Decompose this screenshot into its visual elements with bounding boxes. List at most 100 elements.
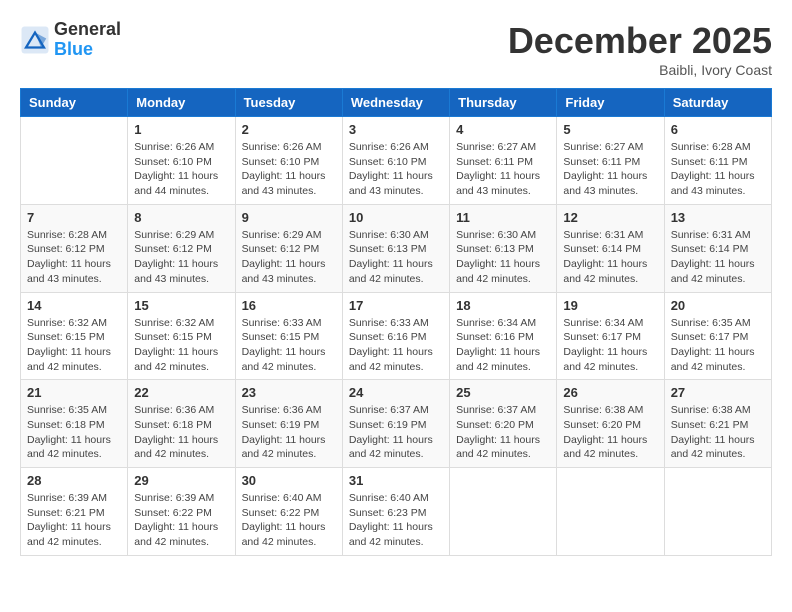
- calendar-week-row: 14 Sunrise: 6:32 AM Sunset: 6:15 PM Dayli…: [21, 292, 772, 380]
- day-number: 8: [134, 210, 228, 225]
- calendar-week-row: 7Sunrise: 6:28 AM Sunset: 6:12 PM Daylig…: [21, 204, 772, 292]
- day-number: 23: [242, 385, 336, 400]
- calendar-table: SundayMondayTuesdayWednesdayThursdayFrid…: [20, 88, 772, 556]
- day-info: Sunrise: 6:30 AM Sunset: 6:13 PM Dayligh…: [349, 228, 443, 287]
- calendar-header-row: SundayMondayTuesdayWednesdayThursdayFrid…: [21, 89, 772, 117]
- day-number: 26: [563, 385, 657, 400]
- day-info: Sunrise: 6:34 AM Sunset: 6:16 PM Dayligh…: [456, 316, 550, 375]
- day-number: 3: [349, 122, 443, 137]
- day-number: 20: [671, 298, 765, 313]
- day-info: Sunrise: 6:37 AM Sunset: 6:19 PM Dayligh…: [349, 403, 443, 462]
- calendar-cell: 20 Sunrise: 6:35 AM Sunset: 6:17 PM Dayli…: [664, 292, 771, 380]
- day-number: 24: [349, 385, 443, 400]
- day-info: Sunrise: 6:29 AM Sunset: 6:12 PM Dayligh…: [134, 228, 228, 287]
- day-info: Sunrise: 6:40 AM Sunset: 6:22 PM Dayligh…: [242, 491, 336, 550]
- day-number: 14: [27, 298, 121, 313]
- calendar-cell: 7Sunrise: 6:28 AM Sunset: 6:12 PM Daylig…: [21, 204, 128, 292]
- calendar-cell: 25 Sunrise: 6:37 AM Sunset: 6:20 PM Dayli…: [450, 380, 557, 468]
- calendar-cell: 23 Sunrise: 6:36 AM Sunset: 6:19 PM Dayli…: [235, 380, 342, 468]
- day-number: 16: [242, 298, 336, 313]
- calendar-cell: 22 Sunrise: 6:36 AM Sunset: 6:18 PM Dayli…: [128, 380, 235, 468]
- day-number: 25: [456, 385, 550, 400]
- calendar-cell: 28 Sunrise: 6:39 AM Sunset: 6:21 PM Dayli…: [21, 468, 128, 556]
- calendar-cell: 3 Sunrise: 6:26 AM Sunset: 6:10 PM Daylig…: [342, 117, 449, 205]
- day-info: Sunrise: 6:39 AM Sunset: 6:22 PM Dayligh…: [134, 491, 228, 550]
- day-info: Sunrise: 6:28 AM Sunset: 6:11 PM Dayligh…: [671, 140, 765, 199]
- calendar-cell: [21, 117, 128, 205]
- calendar-cell: 27Sunrise: 6:38 AM Sunset: 6:21 PM Dayli…: [664, 380, 771, 468]
- calendar-cell: 19 Sunrise: 6:34 AM Sunset: 6:17 PM Dayli…: [557, 292, 664, 380]
- day-number: 28: [27, 473, 121, 488]
- logo-general-text: General: [54, 20, 121, 40]
- day-number: 15: [134, 298, 228, 313]
- location-text: Baibli, Ivory Coast: [508, 62, 772, 78]
- logo: General Blue: [20, 20, 121, 60]
- day-number: 12: [563, 210, 657, 225]
- day-number: 19: [563, 298, 657, 313]
- day-info: Sunrise: 6:34 AM Sunset: 6:17 PM Dayligh…: [563, 316, 657, 375]
- calendar-cell: [450, 468, 557, 556]
- day-number: 31: [349, 473, 443, 488]
- calendar-cell: 16 Sunrise: 6:33 AM Sunset: 6:15 PM Dayli…: [235, 292, 342, 380]
- calendar-cell: 31 Sunrise: 6:40 AM Sunset: 6:23 PM Dayli…: [342, 468, 449, 556]
- day-info: Sunrise: 6:39 AM Sunset: 6:21 PM Dayligh…: [27, 491, 121, 550]
- day-info: Sunrise: 6:38 AM Sunset: 6:20 PM Dayligh…: [563, 403, 657, 462]
- calendar-cell: [664, 468, 771, 556]
- day-info: Sunrise: 6:27 AM Sunset: 6:11 PM Dayligh…: [456, 140, 550, 199]
- day-info: Sunrise: 6:32 AM Sunset: 6:15 PM Dayligh…: [27, 316, 121, 375]
- calendar-cell: 5Sunrise: 6:27 AM Sunset: 6:11 PM Daylig…: [557, 117, 664, 205]
- calendar-cell: 26 Sunrise: 6:38 AM Sunset: 6:20 PM Dayli…: [557, 380, 664, 468]
- day-info: Sunrise: 6:33 AM Sunset: 6:16 PM Dayligh…: [349, 316, 443, 375]
- day-info: Sunrise: 6:33 AM Sunset: 6:15 PM Dayligh…: [242, 316, 336, 375]
- logo-icon: [20, 25, 50, 55]
- calendar-cell: 30 Sunrise: 6:40 AM Sunset: 6:22 PM Dayli…: [235, 468, 342, 556]
- day-number: 7: [27, 210, 121, 225]
- day-number: 4: [456, 122, 550, 137]
- weekday-header: Sunday: [21, 89, 128, 117]
- day-info: Sunrise: 6:26 AM Sunset: 6:10 PM Dayligh…: [134, 140, 228, 199]
- calendar-cell: 1Sunrise: 6:26 AM Sunset: 6:10 PM Daylig…: [128, 117, 235, 205]
- month-title: December 2025: [508, 20, 772, 62]
- calendar-cell: [557, 468, 664, 556]
- day-number: 17: [349, 298, 443, 313]
- weekday-header: Tuesday: [235, 89, 342, 117]
- logo-blue-text: Blue: [54, 40, 121, 60]
- day-info: Sunrise: 6:37 AM Sunset: 6:20 PM Dayligh…: [456, 403, 550, 462]
- calendar-cell: 14 Sunrise: 6:32 AM Sunset: 6:15 PM Dayli…: [21, 292, 128, 380]
- day-number: 13: [671, 210, 765, 225]
- calendar-cell: 9Sunrise: 6:29 AM Sunset: 6:12 PM Daylig…: [235, 204, 342, 292]
- title-block: December 2025 Baibli, Ivory Coast: [508, 20, 772, 78]
- day-info: Sunrise: 6:36 AM Sunset: 6:18 PM Dayligh…: [134, 403, 228, 462]
- day-info: Sunrise: 6:40 AM Sunset: 6:23 PM Dayligh…: [349, 491, 443, 550]
- day-number: 18: [456, 298, 550, 313]
- calendar-week-row: 28 Sunrise: 6:39 AM Sunset: 6:21 PM Dayli…: [21, 468, 772, 556]
- day-info: Sunrise: 6:35 AM Sunset: 6:18 PM Dayligh…: [27, 403, 121, 462]
- day-number: 22: [134, 385, 228, 400]
- weekday-header: Monday: [128, 89, 235, 117]
- calendar-cell: 2Sunrise: 6:26 AM Sunset: 6:10 PM Daylig…: [235, 117, 342, 205]
- page-header: General Blue December 2025 Baibli, Ivory…: [20, 20, 772, 78]
- calendar-cell: 12Sunrise: 6:31 AM Sunset: 6:14 PM Dayli…: [557, 204, 664, 292]
- day-number: 30: [242, 473, 336, 488]
- day-number: 5: [563, 122, 657, 137]
- calendar-cell: 10 Sunrise: 6:30 AM Sunset: 6:13 PM Dayli…: [342, 204, 449, 292]
- weekday-header: Wednesday: [342, 89, 449, 117]
- calendar-week-row: 21Sunrise: 6:35 AM Sunset: 6:18 PM Dayli…: [21, 380, 772, 468]
- day-info: Sunrise: 6:35 AM Sunset: 6:17 PM Dayligh…: [671, 316, 765, 375]
- day-info: Sunrise: 6:32 AM Sunset: 6:15 PM Dayligh…: [134, 316, 228, 375]
- calendar-cell: 29Sunrise: 6:39 AM Sunset: 6:22 PM Dayli…: [128, 468, 235, 556]
- calendar-cell: 17 Sunrise: 6:33 AM Sunset: 6:16 PM Dayli…: [342, 292, 449, 380]
- day-info: Sunrise: 6:38 AM Sunset: 6:21 PM Dayligh…: [671, 403, 765, 462]
- calendar-cell: 18 Sunrise: 6:34 AM Sunset: 6:16 PM Dayli…: [450, 292, 557, 380]
- day-number: 10: [349, 210, 443, 225]
- day-info: Sunrise: 6:26 AM Sunset: 6:10 PM Dayligh…: [242, 140, 336, 199]
- calendar-cell: 6Sunrise: 6:28 AM Sunset: 6:11 PM Daylig…: [664, 117, 771, 205]
- day-info: Sunrise: 6:26 AM Sunset: 6:10 PM Dayligh…: [349, 140, 443, 199]
- calendar-cell: 24 Sunrise: 6:37 AM Sunset: 6:19 PM Dayli…: [342, 380, 449, 468]
- calendar-week-row: 1Sunrise: 6:26 AM Sunset: 6:10 PM Daylig…: [21, 117, 772, 205]
- calendar-cell: 4 Sunrise: 6:27 AM Sunset: 6:11 PM Daylig…: [450, 117, 557, 205]
- calendar-cell: 15 Sunrise: 6:32 AM Sunset: 6:15 PM Dayli…: [128, 292, 235, 380]
- weekday-header: Thursday: [450, 89, 557, 117]
- day-info: Sunrise: 6:36 AM Sunset: 6:19 PM Dayligh…: [242, 403, 336, 462]
- day-number: 11: [456, 210, 550, 225]
